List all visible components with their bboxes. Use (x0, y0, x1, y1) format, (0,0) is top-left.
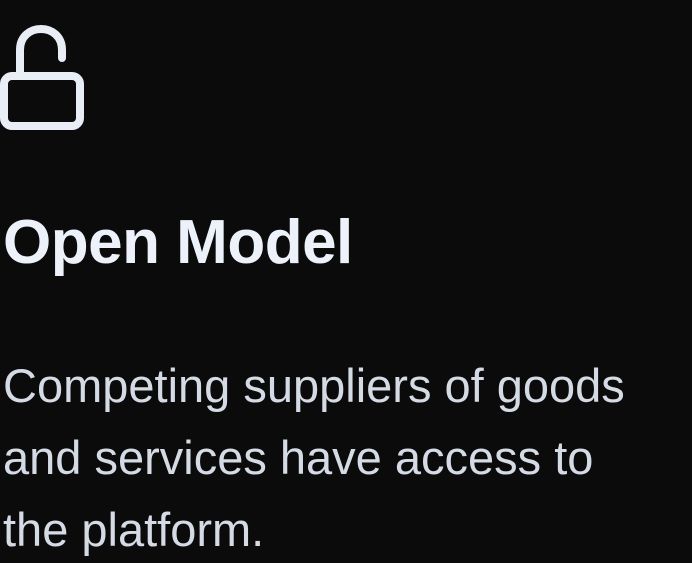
feature-description: Competing suppliers of goods and service… (3, 359, 625, 556)
feature-title: Open Model (3, 208, 353, 277)
unlock-icon (0, 18, 84, 130)
feature-card: Open Model Competing suppliers of goods … (0, 0, 692, 563)
